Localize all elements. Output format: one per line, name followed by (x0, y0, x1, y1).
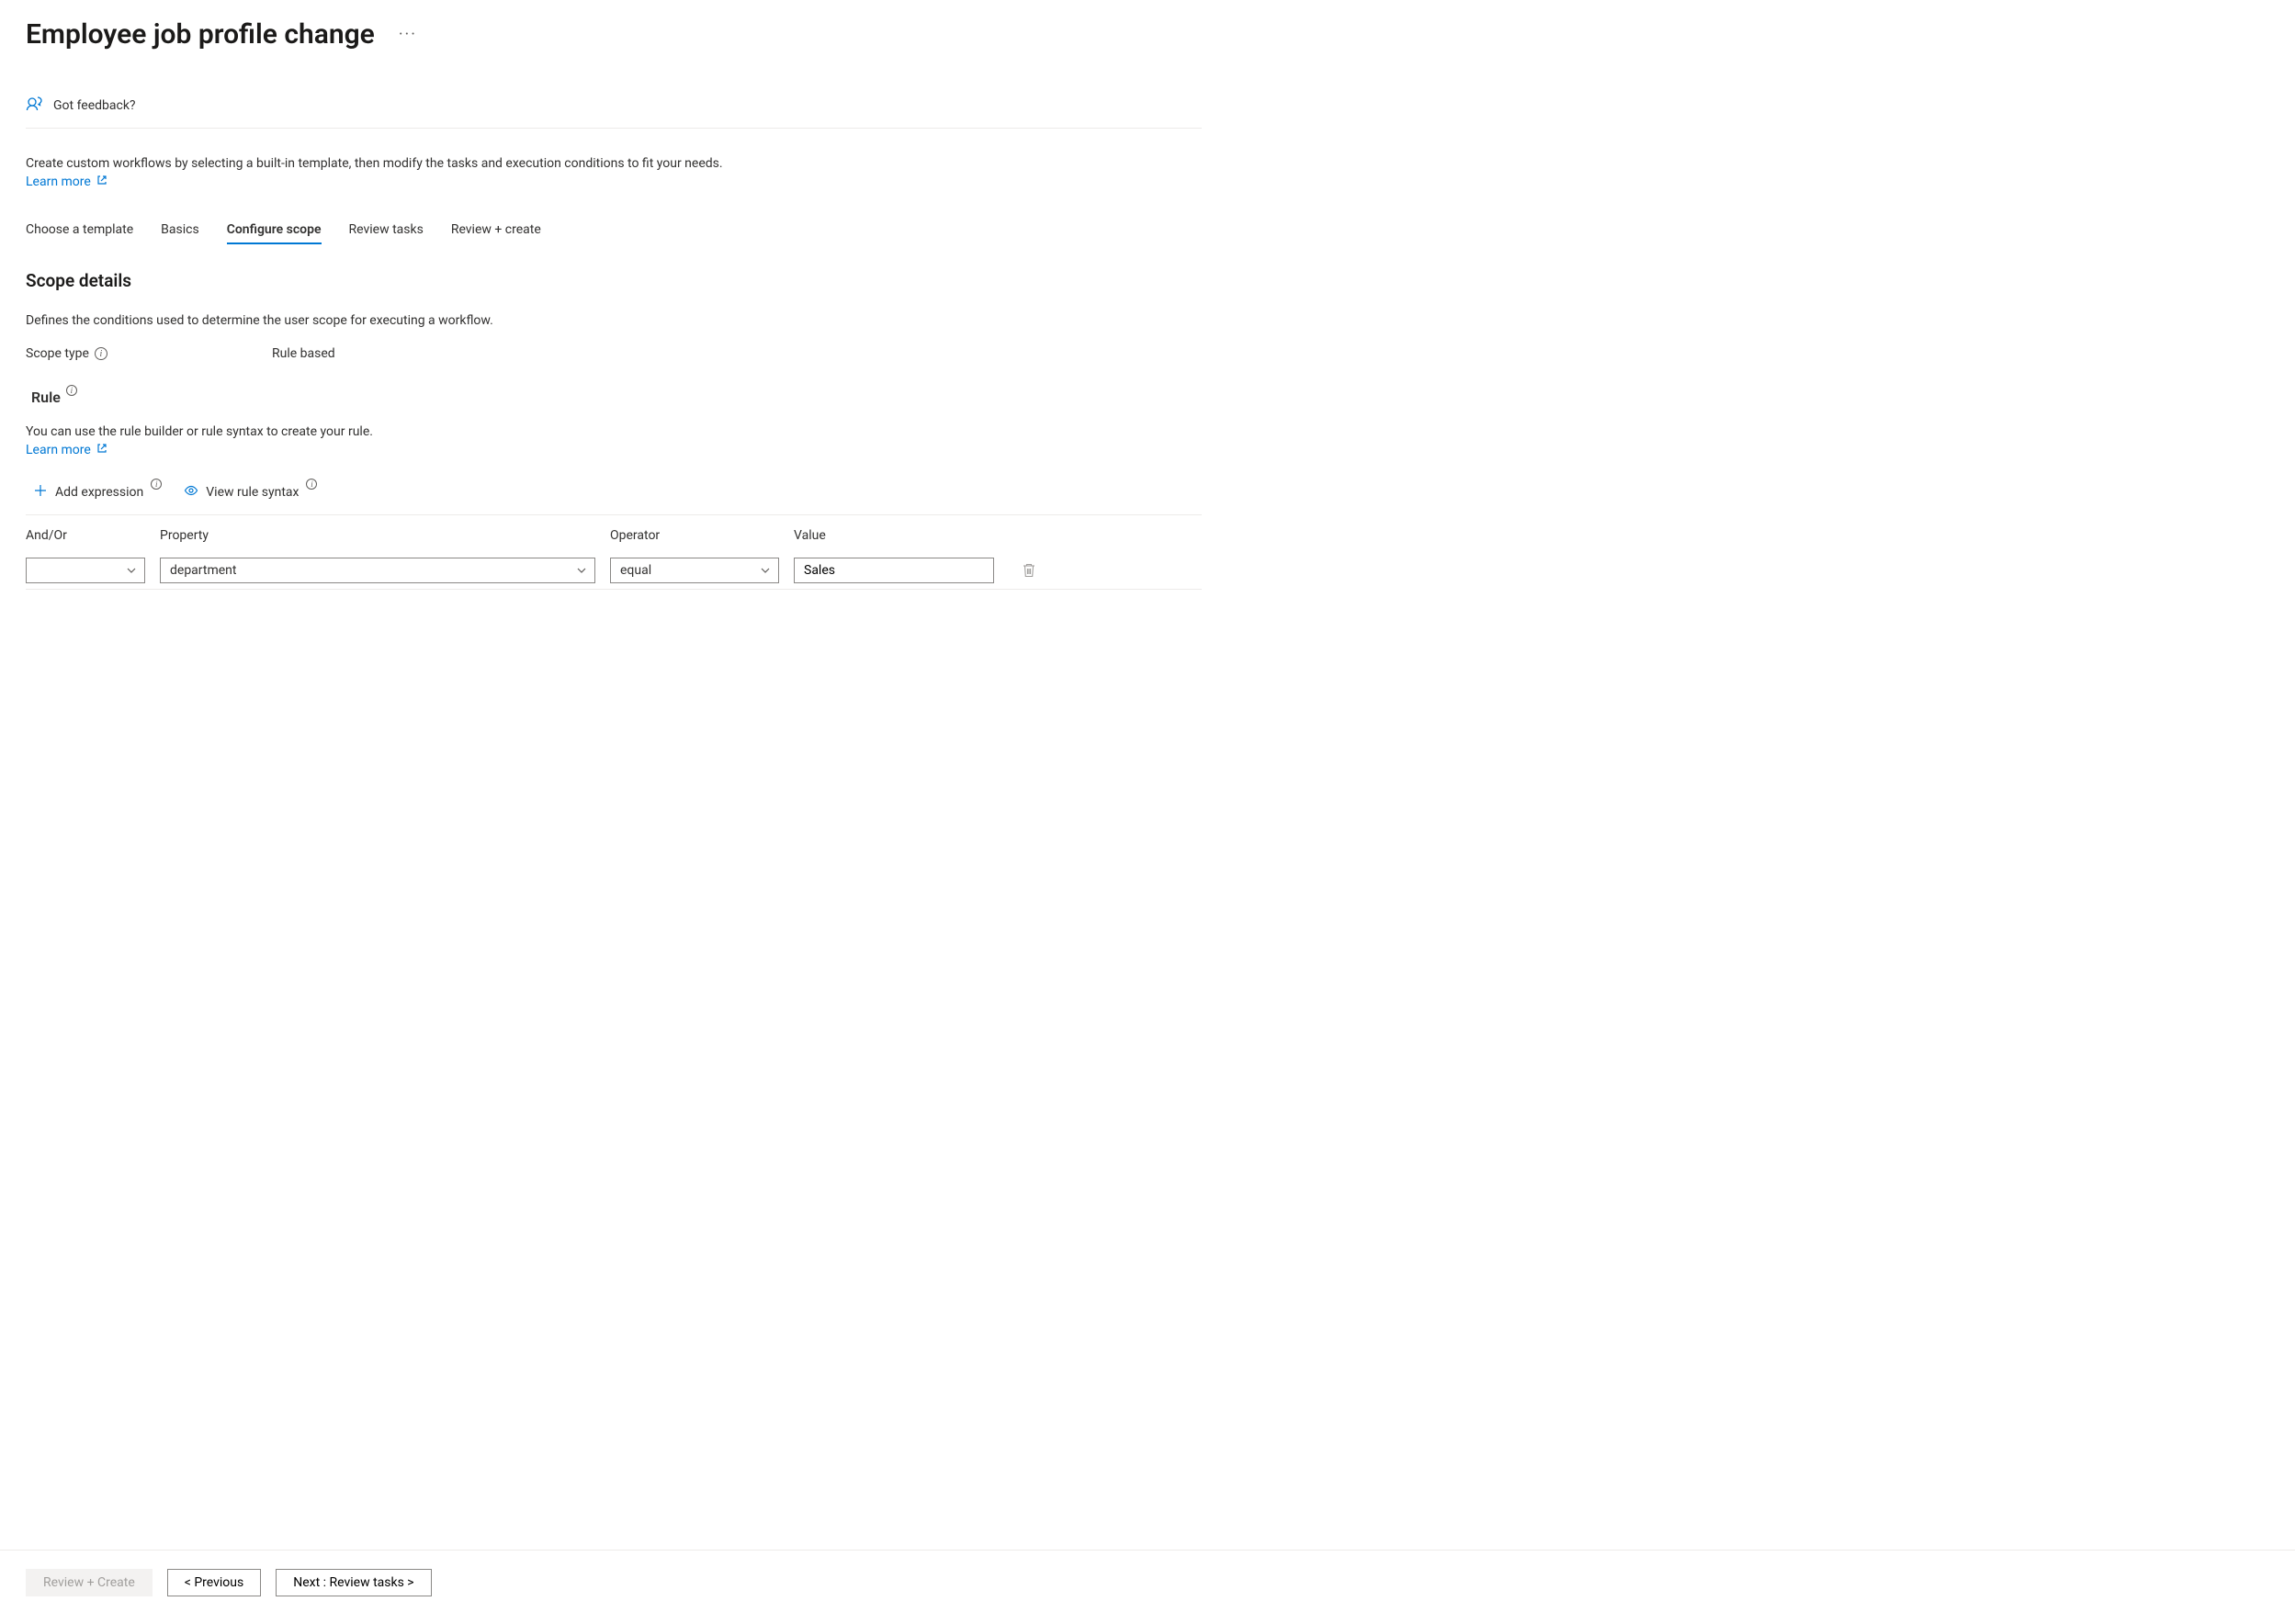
feedback-label: Got feedback? (53, 98, 136, 113)
col-header-and-or: And/Or (26, 528, 145, 543)
operator-value: equal (620, 563, 651, 578)
view-rule-syntax-label: View rule syntax (206, 485, 299, 500)
external-link-icon (96, 175, 107, 189)
chevron-down-icon (126, 565, 137, 576)
rule-row: department equal (26, 552, 1202, 590)
trash-icon (1022, 562, 1036, 579)
scope-details-heading: Scope details (26, 270, 1202, 291)
rule-learn-more-link[interactable]: Learn more (26, 443, 107, 457)
chevron-down-icon (576, 565, 587, 576)
add-expression-button[interactable]: Add expression i (33, 483, 162, 502)
scope-type-value: Rule based (272, 346, 335, 361)
delete-row-button[interactable] (1009, 562, 1049, 579)
external-link-icon (96, 443, 107, 457)
col-header-property: Property (160, 528, 595, 543)
tab-configure-scope[interactable]: Configure scope (227, 217, 322, 242)
next-button[interactable]: Next : Review tasks > (276, 1569, 431, 1596)
learn-more-label: Learn more (26, 175, 91, 189)
info-icon[interactable]: i (151, 479, 162, 490)
review-create-button: Review + Create (26, 1569, 153, 1596)
scope-details-desc: Defines the conditions used to determine… (26, 313, 1202, 328)
tab-choose-template[interactable]: Choose a template (26, 217, 133, 242)
view-rule-syntax-button[interactable]: View rule syntax i (184, 483, 317, 502)
rule-desc: You can use the rule builder or rule syn… (26, 424, 1202, 439)
intro-text: Create custom workflows by selecting a b… (26, 156, 1202, 171)
value-input[interactable] (794, 558, 994, 583)
more-actions-button[interactable]: ··· (393, 21, 423, 48)
page-title: Employee job profile change (26, 18, 375, 51)
plus-icon (33, 483, 48, 502)
col-header-operator: Operator (610, 528, 779, 543)
info-icon[interactable]: i (66, 385, 77, 396)
previous-button[interactable]: < Previous (167, 1569, 261, 1596)
wizard-footer: Review + Create < Previous Next : Review… (0, 1550, 2295, 1624)
tab-review-create[interactable]: Review + create (451, 217, 541, 242)
learn-more-link[interactable]: Learn more (26, 175, 107, 189)
operator-dropdown[interactable]: equal (610, 558, 779, 583)
and-or-dropdown[interactable] (26, 558, 145, 583)
col-header-value: Value (794, 528, 994, 543)
info-icon[interactable]: i (306, 479, 317, 490)
eye-icon (184, 483, 198, 502)
info-icon[interactable]: i (95, 347, 107, 360)
rule-heading: Rule (31, 389, 61, 406)
chevron-down-icon (760, 565, 771, 576)
tab-basics[interactable]: Basics (161, 217, 199, 242)
tab-review-tasks[interactable]: Review tasks (349, 217, 424, 242)
feedback-icon (26, 95, 44, 117)
rule-learn-more-label: Learn more (26, 443, 91, 457)
add-expression-label: Add expression (55, 485, 143, 500)
property-value: department (170, 563, 236, 578)
feedback-bar[interactable]: Got feedback? (26, 87, 1202, 129)
scope-type-label: Scope type (26, 346, 89, 361)
property-dropdown[interactable]: department (160, 558, 595, 583)
wizard-tabs: Choose a template Basics Configure scope… (26, 217, 1202, 242)
